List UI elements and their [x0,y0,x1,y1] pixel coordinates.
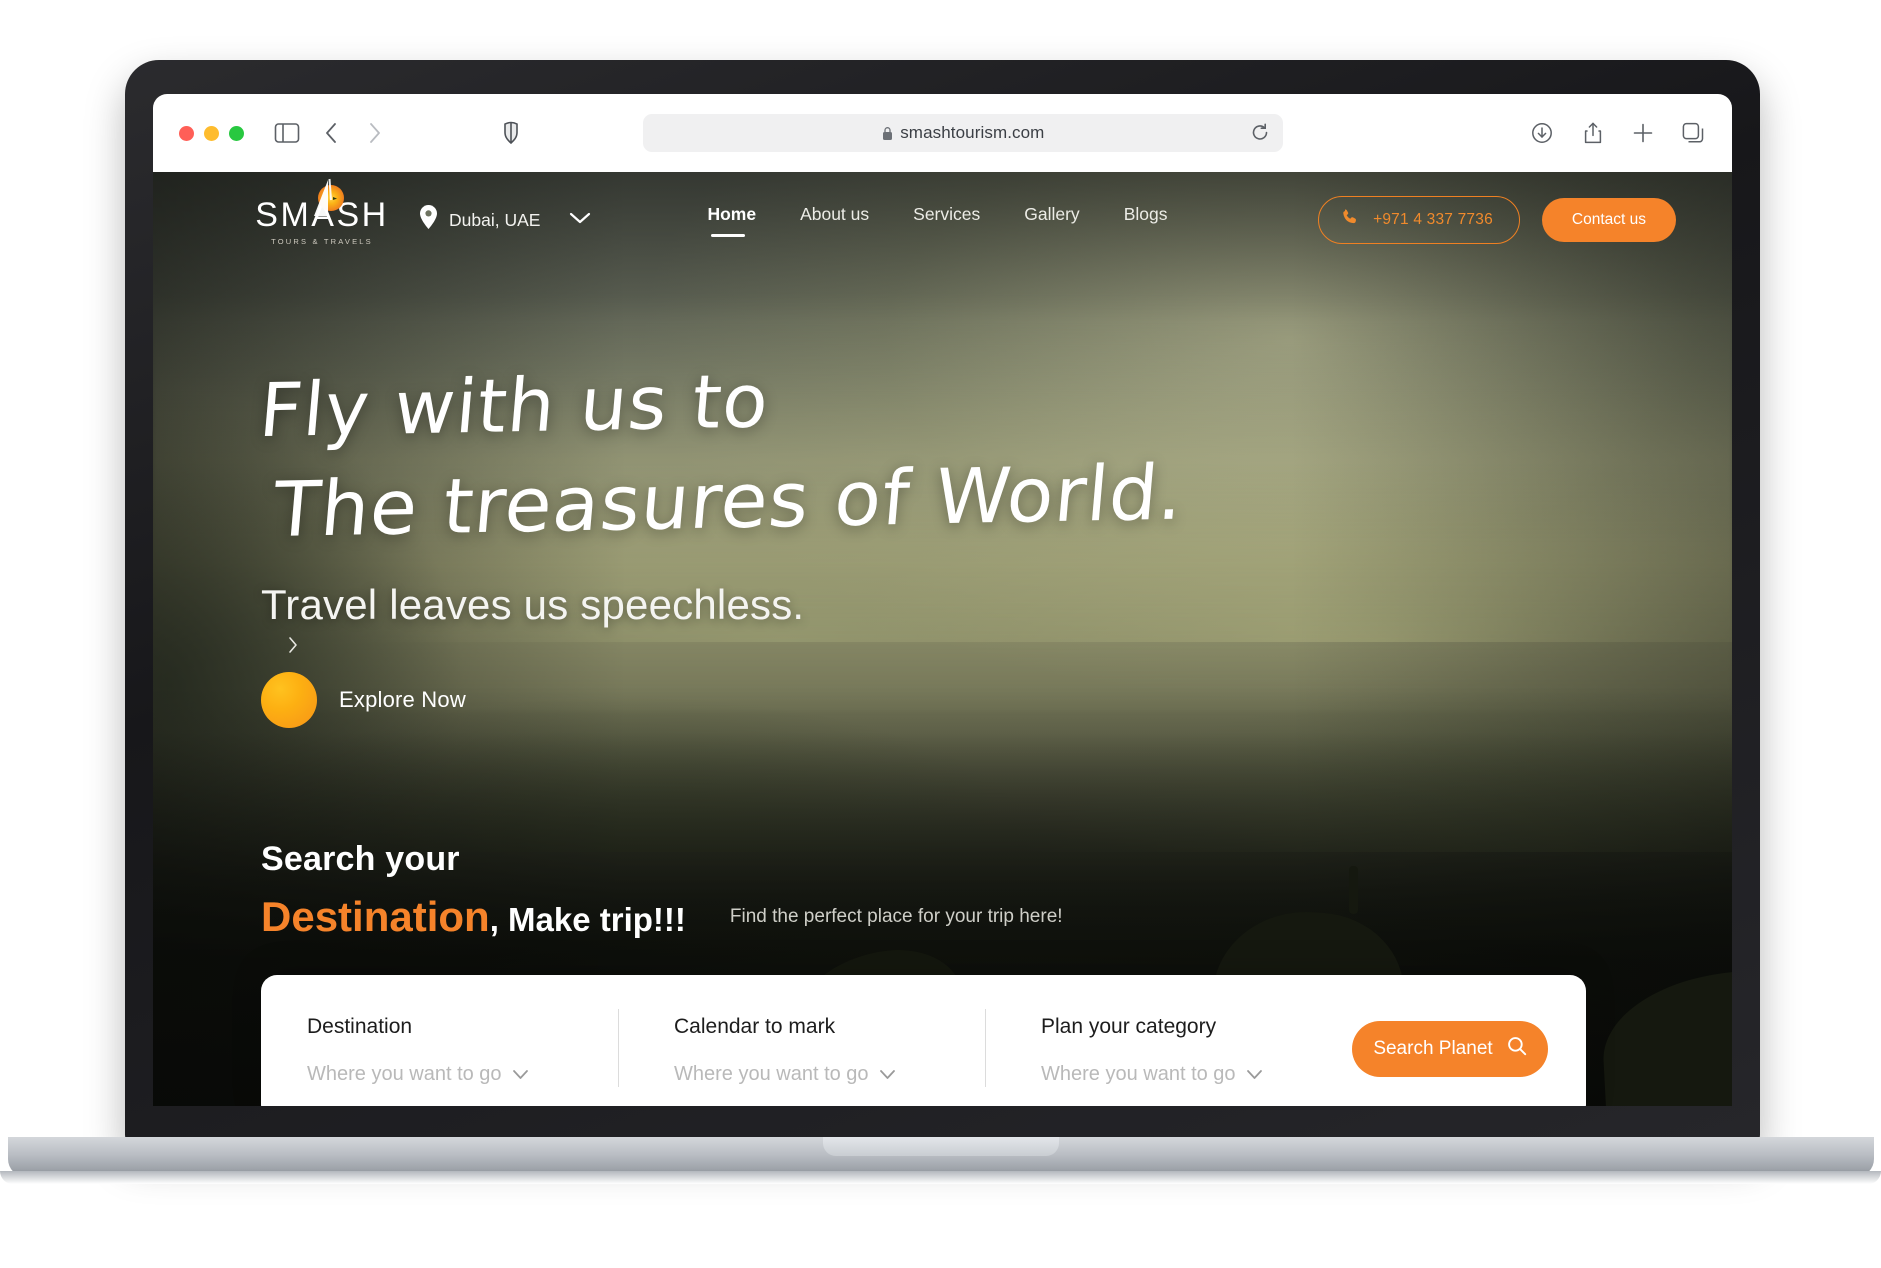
search-icon [1507,1036,1527,1062]
search-field-calendar[interactable]: Calendar to mark Where you want to go [618,1008,985,1087]
contact-us-button[interactable]: Contact us [1541,198,1676,242]
explore-circle-icon[interactable] [261,671,317,728]
laptop-base-notch [823,1137,1059,1156]
search-heading-block: Search your Destination , Make trip!!! F… [153,840,1732,941]
nav-item-blogs[interactable]: Blogs [1124,204,1168,237]
search-heading-rest: , Make trip!!! [489,900,686,938]
phone-number: +971 4 337 7736 [1373,211,1493,228]
url-host: smashtourism.com [900,123,1045,142]
search-field-value[interactable]: Where you want to go [307,1063,590,1086]
maximize-window-button[interactable] [229,125,244,141]
search-field-placeholder: Where you want to go [307,1062,502,1085]
search-field-value[interactable]: Where you want to go [1041,1063,1324,1086]
search-field-value[interactable]: Where you want to go [674,1063,957,1086]
browser-toolbar: smashtourism.com [153,94,1732,172]
search-button-wrap: Search Planet [1352,1015,1552,1077]
privacy-shield-icon[interactable] [502,121,520,145]
search-heading-highlight: Destination [261,892,490,940]
window-controls[interactable] [179,125,244,141]
minimize-window-button[interactable] [204,125,219,141]
search-field-destination[interactable]: Destination Where you want to go [307,1015,618,1086]
close-window-button[interactable] [179,125,194,141]
explore-now-label: Explore Now [339,686,466,712]
chevron-right-icon[interactable] [287,635,1732,660]
screenshot-stage: smashtourism.com TOURS & TRAVELS Dubai, … [0,0,1881,1268]
phone-button[interactable]: +971 4 337 7736 [1318,196,1520,244]
search-field-label: Plan your category [1041,1014,1217,1038]
reload-icon[interactable] [1251,123,1269,143]
search-heading-line-2: Destination , Make trip!!! Find the perf… [261,893,1732,941]
search-card: Destination Where you want to go Calenda… [261,974,1586,1106]
location-label: Dubai, UAE [449,209,541,230]
nav-item-gallery[interactable]: Gallery [1024,204,1079,237]
plus-icon[interactable] [1632,122,1654,144]
search-field-category[interactable]: Plan your category Where you want to go [985,1008,1352,1087]
hero-subtitle: Travel leaves us speechless. [261,580,805,628]
nav-item-home[interactable]: Home [707,204,756,237]
primary-navigation: Home About us Services Gallery Blogs [707,204,1167,237]
back-chevron-icon[interactable] [324,121,340,145]
url-bar[interactable]: smashtourism.com [643,114,1284,152]
phone-icon [1341,208,1360,232]
location-selector[interactable]: Dubai, UAE [419,205,591,235]
header-actions: +971 4 337 7736 Contact us [1318,196,1676,244]
tab-overview-icon[interactable] [1682,122,1706,144]
share-icon[interactable] [1582,121,1604,145]
chevron-down-icon[interactable] [512,1063,529,1086]
forward-chevron-icon[interactable] [366,121,382,145]
downloads-icon[interactable] [1530,121,1554,145]
chevron-down-icon[interactable] [879,1063,896,1086]
nav-item-services[interactable]: Services [913,204,980,237]
nav-item-about-us[interactable]: About us [800,204,869,237]
search-field-label: Calendar to mark [674,1014,836,1038]
laptop-mockup: smashtourism.com TOURS & TRAVELS Dubai, … [125,60,1760,1145]
map-pin-icon [419,205,438,235]
sun-sail-logo-icon [307,176,351,220]
laptop-screen: smashtourism.com TOURS & TRAVELS Dubai, … [153,94,1732,1106]
explore-now-button[interactable]: Explore Now [261,671,1732,728]
search-heading-hint: Find the perfect place for your trip her… [729,905,1063,927]
search-planet-label: Search Planet [1373,1037,1493,1059]
hero-headline-line-1: Fly with us to [256,358,773,455]
sidebar-toggle-icon[interactable] [274,122,300,144]
search-field-placeholder: Where you want to go [674,1062,869,1085]
search-heading-line-1: Search your [261,839,460,878]
brand-logo-row: SMASH [255,178,388,232]
search-field-label: Destination [307,1014,413,1038]
chevron-down-icon[interactable] [569,211,591,230]
lock-icon [883,126,893,140]
hero-headline-line-2: The treasures of World. [269,448,1188,555]
search-planet-button[interactable]: Search Planet [1352,1020,1548,1077]
website-viewport: SMASH [153,172,1732,1106]
chevron-down-icon[interactable] [1246,1063,1263,1086]
site-header: SMASH [153,172,1732,268]
laptop-base-edge [0,1171,1881,1184]
brand-logo[interactable]: SMASH [255,178,386,246]
hero-section: Fly with us to The treasures of World. T… [153,268,1732,728]
brand-tagline: TOURS & TRAVELS [271,237,373,246]
search-field-placeholder: Where you want to go [1041,1062,1236,1085]
url-text-wrap: smashtourism.com [882,123,1044,143]
